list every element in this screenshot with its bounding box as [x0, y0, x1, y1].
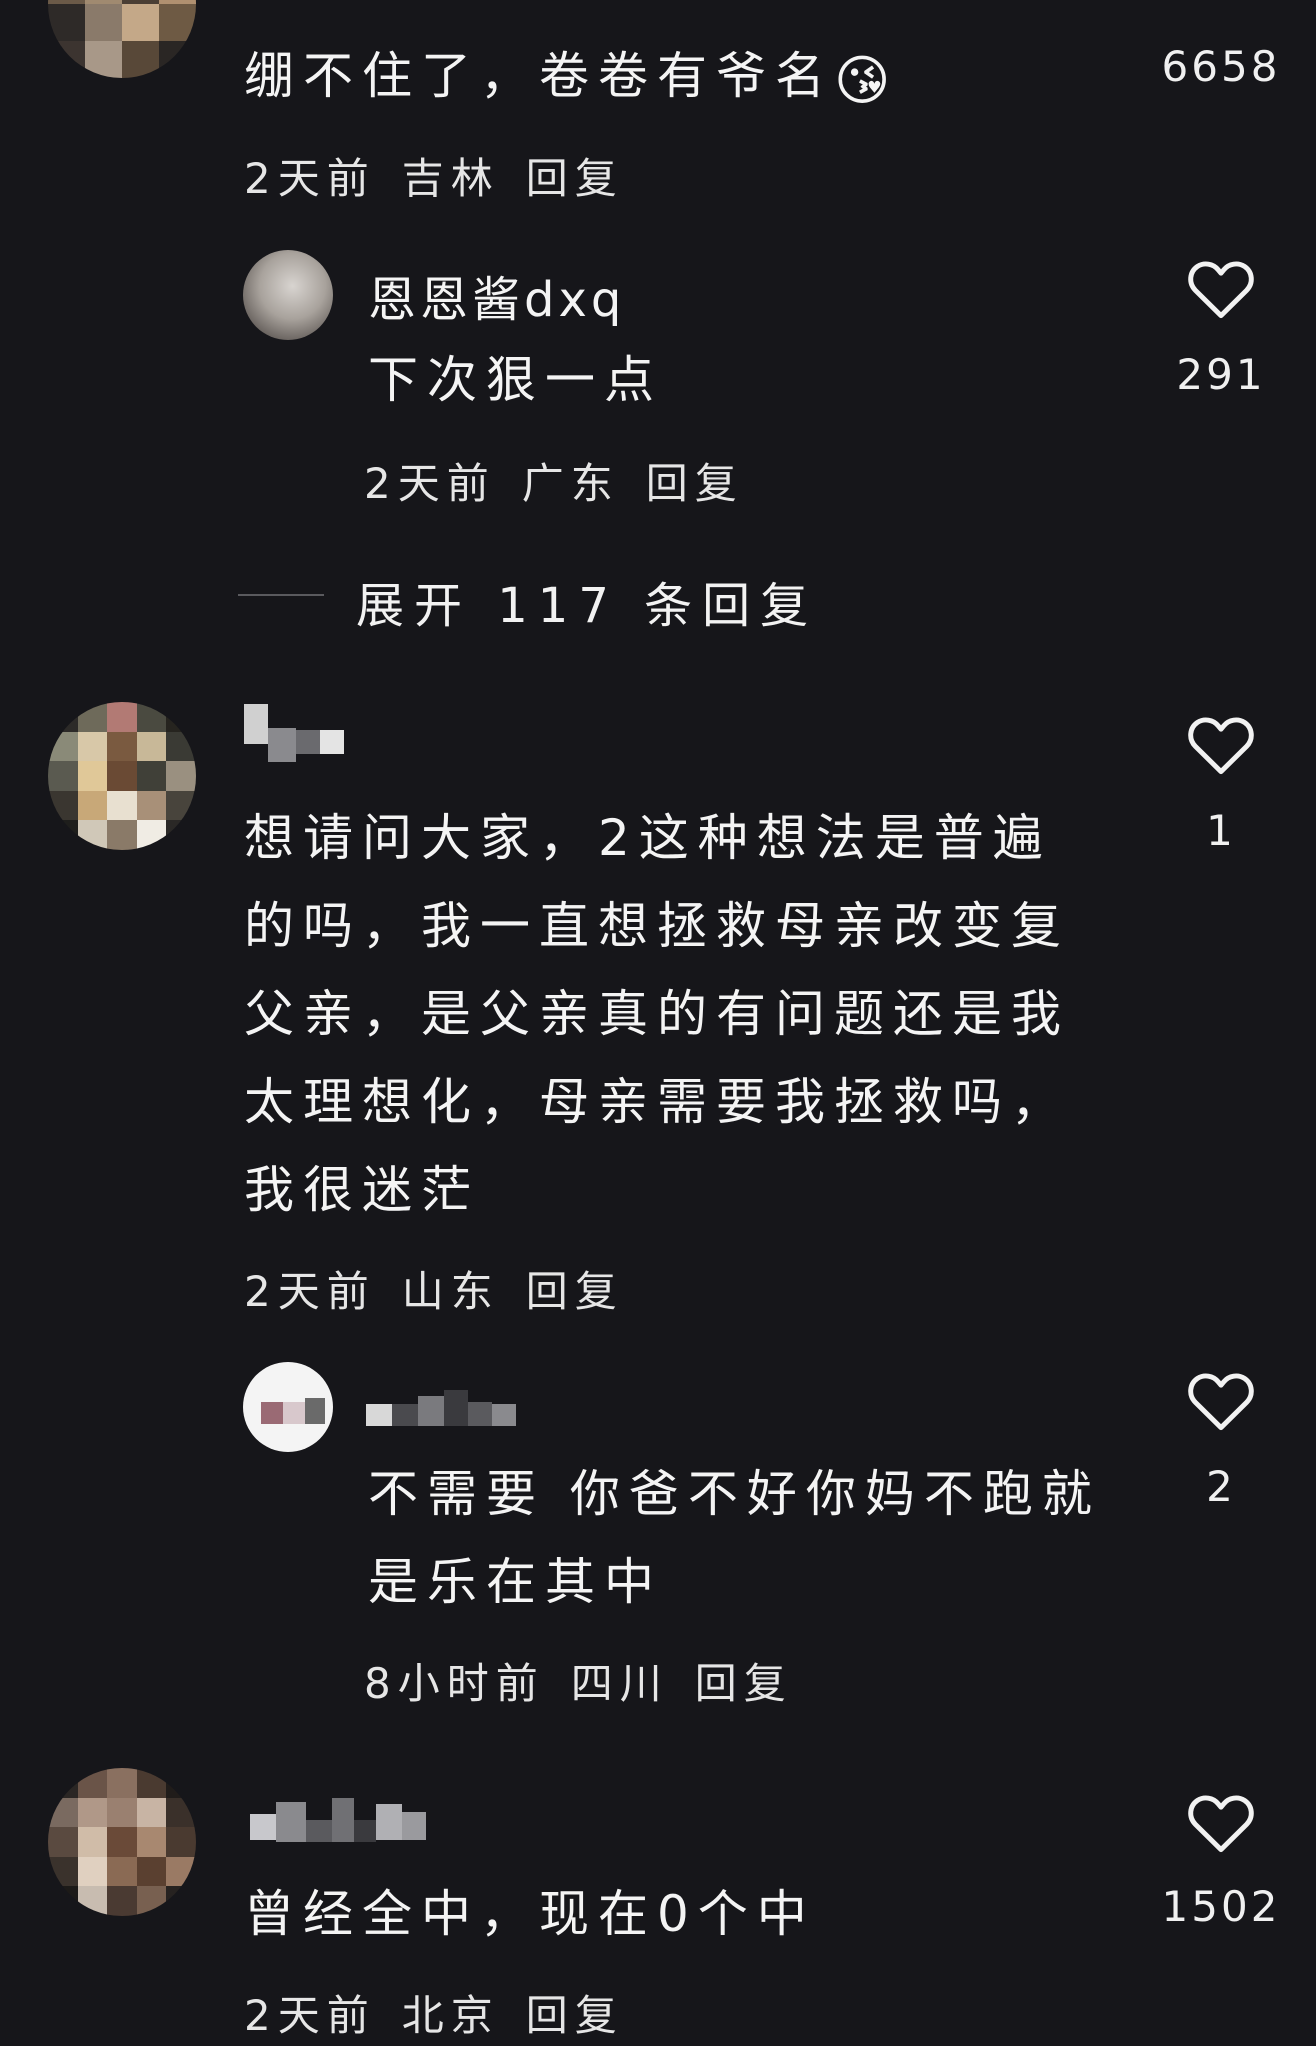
- reply-button[interactable]: 回复: [526, 1991, 624, 2040]
- reply-button[interactable]: 回复: [526, 154, 624, 203]
- comment-1-avatar[interactable]: [48, 0, 196, 78]
- comment-location: 吉林: [401, 154, 500, 203]
- reply-1-like-count: 291: [1176, 350, 1266, 399]
- reply-2-username-blurred[interactable]: [366, 1384, 516, 1428]
- expand-replies-button[interactable]: 展开 117 条回复: [356, 566, 818, 636]
- reply-time: 8小时前: [364, 1659, 545, 1708]
- comment-time: 2天前: [244, 1991, 376, 2040]
- comment-2-meta: 2天前 山东 回复: [244, 1258, 624, 1319]
- comment-2-avatar[interactable]: [48, 702, 196, 850]
- reply-location: 四川: [570, 1659, 669, 1708]
- comment-location: 山东: [401, 1267, 500, 1316]
- grin-emoji-icon: 😘: [834, 49, 891, 112]
- heart-outline-icon[interactable]: [1186, 1790, 1256, 1854]
- heart-outline-icon[interactable]: [1186, 1368, 1256, 1432]
- reply-location: 广东: [521, 459, 620, 508]
- comment-location: 北京: [401, 1991, 500, 2040]
- comment-1-text: 绷不住了，卷卷有爷名😘: [244, 32, 898, 120]
- comment-3-meta: 2天前 北京 回复: [244, 1982, 624, 2043]
- heart-outline-icon[interactable]: [1186, 712, 1256, 776]
- reply-time: 2天前: [364, 459, 496, 508]
- reply-1-avatar[interactable]: [243, 250, 333, 340]
- comment-2-like-count: 1: [1206, 806, 1236, 855]
- reply-2-text: 不需要 你爸不好你妈不跑就是乐在其中: [368, 1465, 1101, 1611]
- comment-3-text: 曾经全中，现在0个中: [244, 1885, 816, 1943]
- reply-1-username[interactable]: 恩恩酱dxq: [368, 260, 625, 330]
- reply-2-meta: 8小时前 四川 回复: [364, 1650, 793, 1711]
- reply-2-avatar[interactable]: [243, 1362, 333, 1452]
- comment-3-username-blurred[interactable]: [250, 1798, 426, 1844]
- comment-time: 2天前: [244, 154, 376, 203]
- reply-button[interactable]: 回复: [646, 459, 744, 508]
- heart-outline-icon[interactable]: [1186, 256, 1256, 320]
- comment-1-meta: 2天前 吉林 回复: [244, 145, 624, 206]
- reply-2-like-count: 2: [1206, 1462, 1236, 1511]
- reply-1-meta: 2天前 广东 回复: [364, 450, 744, 511]
- comment-3-like-count: 1502: [1161, 1882, 1281, 1931]
- reply-button[interactable]: 回复: [695, 1659, 793, 1708]
- comment-3-avatar[interactable]: [48, 1768, 196, 1916]
- comment-2-username-blurred[interactable]: [244, 704, 344, 768]
- comment-1-like-count: 6658: [1161, 42, 1281, 91]
- comment-2-text: 想请问大家，2这种想法是普遍的吗，我一直想拯救母亲改变复父亲，是父亲真的有问题还…: [244, 809, 1070, 1219]
- expand-divider: [238, 594, 324, 596]
- comment-time: 2天前: [244, 1267, 376, 1316]
- reply-1-text: 下次狠一点: [368, 351, 663, 409]
- reply-button[interactable]: 回复: [526, 1267, 624, 1316]
